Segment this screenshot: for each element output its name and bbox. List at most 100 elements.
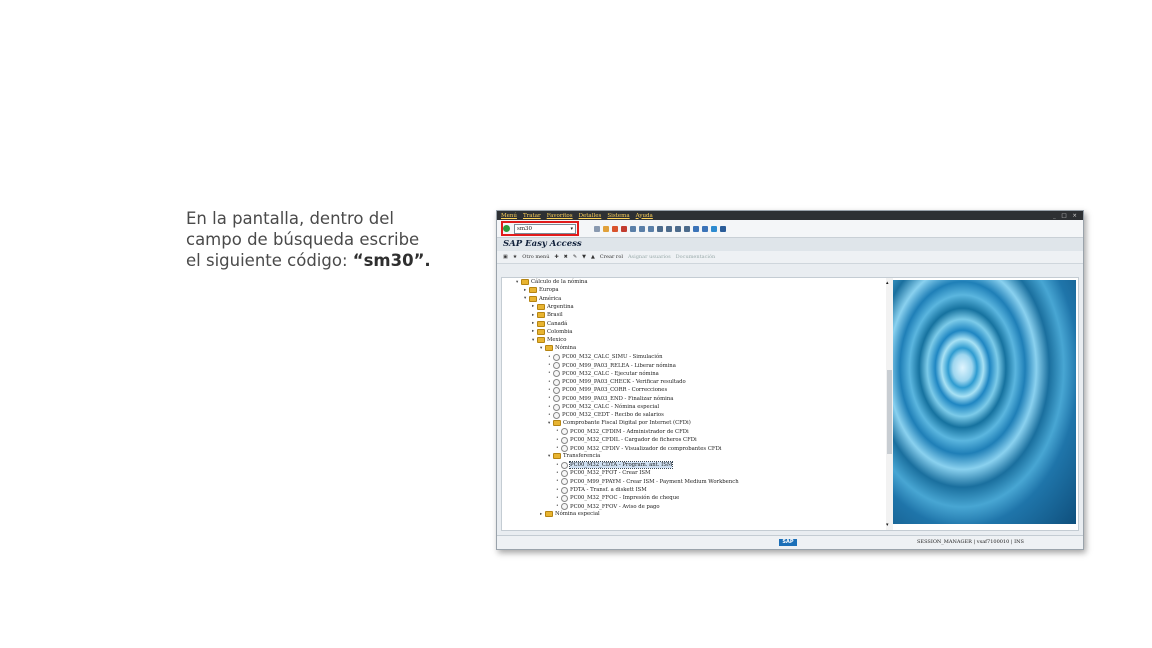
tree-transaction[interactable]: • PC00_M32_CALC - Ejecutar nómina xyxy=(548,370,659,378)
status-info: SESSION_MANAGER | vsaf7100010 | INS xyxy=(917,539,1024,545)
tree-folder[interactable]: ▸ Colombia xyxy=(532,328,573,335)
folder-icon xyxy=(537,320,545,327)
find-icon[interactable] xyxy=(639,225,645,232)
sap-window-screenshot: Menú Tratar Favoritos Detalles Sistema A… xyxy=(496,210,1084,550)
tree-node-label: PC00_M32_FFOC - Impresión de cheque xyxy=(570,495,680,502)
tree-node-label: FDTA - Transf. a diskett ISM xyxy=(570,487,647,493)
new-session-icon[interactable] xyxy=(693,225,699,232)
tree-transaction[interactable]: • FDTA - Transf. a diskett ISM xyxy=(556,486,647,494)
tree-node-label: PC00_M32_FFOV - Aviso de pago xyxy=(570,503,660,510)
transaction-icon xyxy=(561,486,568,494)
add-favorite-icon[interactable]: ✚ xyxy=(554,254,558,260)
tree-transaction[interactable]: • PC00_M32_CALC - Nómina especial xyxy=(548,403,660,411)
create-role-button[interactable]: Crear rol xyxy=(600,254,623,260)
last-page-icon[interactable] xyxy=(684,225,690,232)
easy-access-water-image xyxy=(893,280,1076,524)
scroll-up-icon[interactable]: ▴ xyxy=(886,280,889,286)
tree-node-label: Argentina xyxy=(547,303,574,310)
move-up-icon[interactable]: ▲ xyxy=(591,254,595,260)
change-favorite-icon[interactable]: ✎ xyxy=(573,254,577,260)
delete-favorite-icon[interactable]: ✖ xyxy=(564,254,568,260)
tree-folder[interactable]: ▸ Canadá xyxy=(532,320,567,327)
tree-folder[interactable]: ▾ Transferencia xyxy=(548,453,600,460)
tree-folder[interactable]: ▾ Nómina xyxy=(540,345,576,352)
tree-transaction[interactable]: • PC00_M32_FFOV - Aviso de pago xyxy=(556,503,660,511)
tree-transaction[interactable]: • PC00_M99_PA03_RELEA - Liberar nómina xyxy=(548,362,676,369)
exit-icon[interactable] xyxy=(612,225,618,232)
transaction-icon xyxy=(561,436,568,444)
tree-transaction[interactable]: • PC00_M32_CEDT - Recibo de salarios xyxy=(548,411,664,419)
tree-folder[interactable]: ▸ Europa xyxy=(524,287,559,294)
next-page-icon[interactable] xyxy=(675,225,681,232)
tree-node-label: Europa xyxy=(539,287,559,294)
menu-item-detalles[interactable]: Detalles xyxy=(579,213,602,219)
tree-transaction[interactable]: • PC00_M32_CFDIL - Cargador de ficheros C… xyxy=(556,436,697,444)
tree-folder[interactable]: ▾ Mexico xyxy=(532,337,566,344)
tree-node-label: PC00_M32_CALC - Ejecutar nómina xyxy=(562,370,659,377)
tree-transaction[interactable]: • PC00_M32_FFOT - Crear ISM xyxy=(556,469,651,477)
back-icon[interactable] xyxy=(603,225,609,232)
save-icon[interactable] xyxy=(594,225,600,232)
screen-title: SAP Easy Access xyxy=(497,238,1083,251)
tree-node-label: PC00_M32_FFOT - Crear ISM xyxy=(570,470,651,477)
scroll-down-icon[interactable]: ▾ xyxy=(886,522,889,528)
folder-icon xyxy=(553,420,561,427)
menu-item-sistema[interactable]: Sistema xyxy=(607,213,629,219)
print-icon[interactable] xyxy=(630,225,636,232)
tree-node-label: Colombia xyxy=(547,328,573,335)
menu-icon[interactable]: ▣ xyxy=(503,254,508,260)
tree-node-label: Brasil xyxy=(547,312,563,319)
tree-node-label: PC00_M32_CFDIV - Visualizador de comprob… xyxy=(570,445,722,452)
tree-transaction[interactable]: • PC00_M32_CFDIM - Administrador de CFDi xyxy=(556,428,689,436)
window-controls[interactable]: _ □ × xyxy=(1053,213,1079,219)
menu-item-menu[interactable]: Menú xyxy=(501,213,517,219)
tree-transaction[interactable]: • PC00_M32_FFOC - Impresión de cheque xyxy=(556,494,680,502)
other-menu-button[interactable]: Otro menú xyxy=(522,254,549,260)
transaction-icon xyxy=(561,461,568,469)
instruction-line-3: el siguiente código: “sm30”. xyxy=(186,250,486,271)
documentation-button[interactable]: Documentación xyxy=(676,254,716,260)
instruction-text: En la pantalla, dentro del campo de búsq… xyxy=(186,208,486,271)
move-down-icon[interactable]: ▼ xyxy=(582,254,586,260)
find-next-icon[interactable] xyxy=(648,225,654,232)
status-session[interactable]: SESSION_MANAGER xyxy=(917,539,972,545)
tree-folder[interactable]: ▾ Comprobante Fiscal Digital por Internet… xyxy=(548,420,691,427)
tree-transaction[interactable]: • PC00_M32_CFDIV - Visualizador de compro… xyxy=(556,445,722,452)
transaction-icon xyxy=(553,411,560,419)
tree-folder[interactable]: ▸ Argentina xyxy=(532,303,574,310)
status-mode: INS xyxy=(1014,539,1024,545)
tree-folder[interactable]: ▸ Nómina especial xyxy=(540,511,600,518)
folder-icon xyxy=(553,453,561,460)
tree-scrollbar[interactable]: ▴ ▾ xyxy=(886,278,893,530)
tree-node-label: PC00_M32_CALC - Nómina especial xyxy=(562,404,660,410)
assign-users-button[interactable]: Asignar usuarios xyxy=(628,254,671,260)
shortcut-icon[interactable] xyxy=(702,225,708,232)
menu-item-favoritos[interactable]: Favoritos xyxy=(547,213,573,219)
transaction-icon xyxy=(553,370,560,378)
tree-node-label: PC00_M99_PA03_END - Finalizar nómina xyxy=(562,395,674,402)
previous-page-icon[interactable] xyxy=(666,225,672,232)
tree-node-label: Cálculo de la nómina xyxy=(531,279,588,285)
tree-folder[interactable]: ▾ América xyxy=(524,295,561,302)
tree-transaction[interactable]: • PC00_M32_CDTA - Program. ant. ISM xyxy=(556,461,674,470)
menu-item-tratar[interactable]: Tratar xyxy=(523,213,541,219)
application-toolbar: ▣ ★ Otro menú ✚ ✖ ✎ ▼ ▲ Crear rol Asigna… xyxy=(497,251,1083,264)
tree-transaction[interactable]: • PC00_M99_FPAYM - Crear ISM - Payment Me… xyxy=(556,478,739,486)
tree-transaction[interactable]: • PC00_M99_PA03_END - Finalizar nómina xyxy=(548,395,674,403)
layout-menu-icon[interactable] xyxy=(720,225,726,232)
cancel-icon[interactable] xyxy=(621,225,627,232)
tree-node-label: PC00_M99_PA03_RELEA - Liberar nómina xyxy=(562,362,676,369)
tree-transaction[interactable]: • PC00_M32_CALC_SIMU - Simulación xyxy=(548,353,663,361)
tree-transaction[interactable]: • PC00_M99_PA03_CHECK - Verificar resulta… xyxy=(548,378,686,386)
tree-folder[interactable]: ▾ Cálculo de la nómina xyxy=(516,279,587,285)
menu-item-ayuda[interactable]: Ayuda xyxy=(636,213,653,219)
favorites-icon[interactable]: ★ xyxy=(513,254,517,260)
transaction-icon xyxy=(553,378,560,386)
scrollbar-thumb[interactable] xyxy=(887,370,892,454)
help-icon[interactable] xyxy=(711,225,717,232)
first-page-icon[interactable] xyxy=(657,225,663,232)
tree-transaction[interactable]: • PC00_M99_PA03_CORR - Correcciones xyxy=(548,386,667,394)
tree-folder[interactable]: ▸ Brasil xyxy=(532,312,563,319)
tree-node-label: PC00_M32_CDTA - Program. ant. ISM xyxy=(568,461,674,470)
sap-menu-bar: Menú Tratar Favoritos Detalles Sistema A… xyxy=(497,211,1083,220)
